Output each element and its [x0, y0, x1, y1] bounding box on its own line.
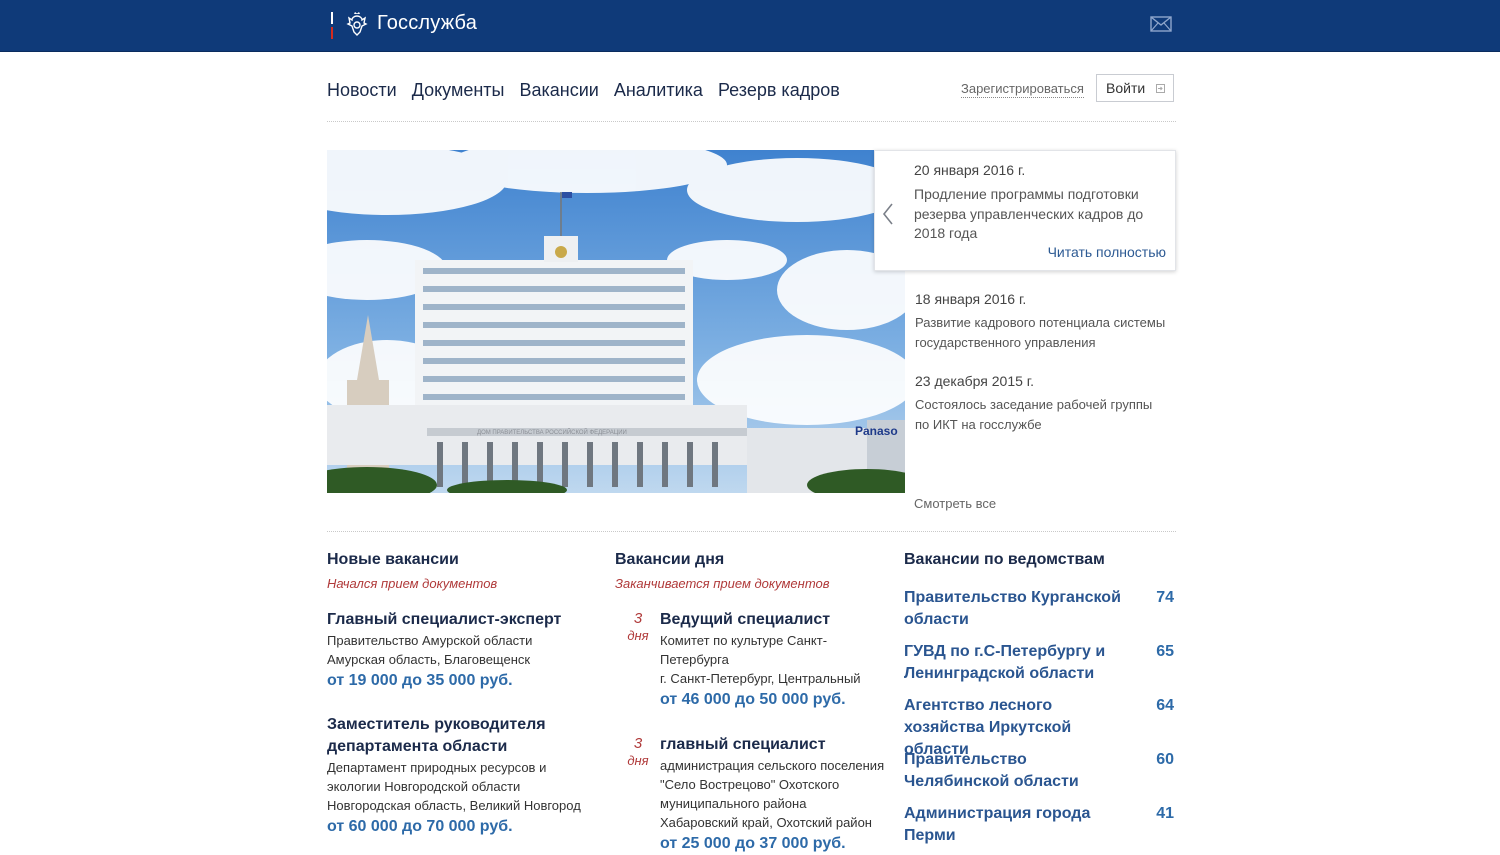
- divider: [327, 531, 1176, 532]
- vacancy-card[interactable]: Ведущий специалист Комитет по культуре С…: [660, 609, 885, 711]
- site-title[interactable]: Госслужба: [377, 12, 477, 35]
- mail-icon[interactable]: [1150, 16, 1172, 32]
- news-text[interactable]: Развитие кадрового потенциала системы го…: [915, 313, 1170, 352]
- hero-image-government-house[interactable]: Panaso ДОМ ПРАВИТЕЛЬСТВА РОССИЙСКОЙ ФЕДЕ…: [327, 150, 905, 493]
- vacancy-title[interactable]: Главный специалист-эксперт: [327, 609, 597, 631]
- vacancy-card[interactable]: Главный специалист-эксперт Правительство…: [327, 609, 597, 692]
- nav-item-documents[interactable]: Документы: [412, 80, 505, 104]
- login-icon: [1156, 84, 1165, 93]
- department-count: 74: [1156, 589, 1174, 606]
- vacancy-salary: от 46 000 до 50 000 руб.: [660, 691, 846, 708]
- vacancy-title[interactable]: Заместитель руководителя департамента об…: [327, 714, 597, 758]
- nav-item-personnel-reserve[interactable]: Резерв кадров: [718, 80, 840, 104]
- hero-sign-text: Panaso: [855, 424, 898, 438]
- vacancy-location: Амурская область, Благовещенск: [327, 652, 531, 667]
- main-nav: Новости Документы Вакансии Аналитика Рез…: [327, 80, 855, 104]
- day-vacancies-title: Вакансии дня: [615, 551, 725, 568]
- news-text[interactable]: Состоялось заседание рабочей группы по И…: [915, 395, 1170, 434]
- days-left-unit: дня: [627, 628, 649, 643]
- see-all-news-link[interactable]: Смотреть все: [914, 496, 996, 511]
- news-item[interactable]: 23 декабря 2015 г. Состоялось заседание …: [915, 373, 1170, 434]
- department-name[interactable]: Администрация города Перми: [904, 803, 1144, 847]
- brand-flag-mark: [330, 12, 334, 39]
- nav-item-news[interactable]: Новости: [327, 80, 397, 104]
- departments-title: Вакансии по ведомствам: [904, 551, 1105, 568]
- nav-item-analytics[interactable]: Аналитика: [614, 80, 703, 104]
- register-link[interactable]: Зарегистрироваться: [961, 81, 1084, 98]
- vacancy-location: г. Санкт-Петербург, Центральный: [660, 671, 861, 686]
- vacancy-org: Комитет по культуре Санкт-Петербурга: [660, 633, 828, 667]
- featured-news-card[interactable]: 20 января 2016 г. Продление программы по…: [874, 150, 1176, 271]
- news-item[interactable]: 18 января 2016 г. Развитие кадрового пот…: [915, 291, 1170, 352]
- department-count: 41: [1156, 805, 1174, 822]
- department-count: 64: [1156, 697, 1174, 714]
- days-left-number: 3: [633, 735, 643, 752]
- read-more-link[interactable]: Читать полностью: [1048, 244, 1166, 260]
- news-date: 23 декабря 2015 г.: [915, 373, 1035, 389]
- vacancy-location: Хабаровский край, Охотский район: [660, 815, 872, 830]
- department-name[interactable]: ГУВД по г.С-Петербургу и Ленинградской о…: [904, 641, 1129, 685]
- vacancy-salary: от 19 000 до 35 000 руб.: [327, 672, 513, 689]
- login-button[interactable]: Войти: [1096, 74, 1174, 102]
- days-left-unit: дня: [627, 753, 649, 768]
- vacancy-org: Департамент природных ресурсов и экологи…: [327, 760, 547, 794]
- vacancy-card[interactable]: главный специалист администрация сельско…: [660, 734, 885, 855]
- news-date: 18 января 2016 г.: [915, 291, 1027, 307]
- day-vacancies-subtitle: Заканчивается прием документов: [615, 576, 830, 591]
- nav-item-vacancies[interactable]: Вакансии: [519, 80, 598, 104]
- featured-news-date: 20 января 2016 г.: [914, 162, 1026, 178]
- department-name[interactable]: Правительство Челябинской области: [904, 749, 1129, 793]
- department-name[interactable]: Правительство Курганской области: [904, 587, 1129, 631]
- vacancy-location: Новгородская область, Великий Новгород: [327, 798, 581, 813]
- login-button-label: Войти: [1106, 80, 1146, 96]
- days-left-badge: 3 дня: [623, 610, 653, 644]
- chevron-left-icon[interactable]: [882, 203, 894, 225]
- vacancy-salary: от 60 000 до 70 000 руб.: [327, 818, 513, 835]
- department-count: 65: [1156, 643, 1174, 660]
- new-vacancies-subtitle: Начался прием документов: [327, 576, 498, 591]
- coat-of-arms-icon: [346, 12, 368, 36]
- vacancy-org: Правительство Амурской области: [327, 633, 533, 648]
- vacancy-salary: от 25 000 до 37 000 руб.: [660, 835, 846, 852]
- vacancy-card[interactable]: Заместитель руководителя департамента об…: [327, 714, 597, 838]
- vacancy-title[interactable]: Ведущий специалист: [660, 609, 885, 631]
- days-left-number: 3: [633, 610, 643, 627]
- top-bar: Госслужба: [0, 0, 1500, 52]
- vacancy-org: администрация сельского поселения "Село …: [660, 758, 885, 811]
- vacancy-title[interactable]: главный специалист: [660, 734, 885, 756]
- new-vacancies-title: Новые вакансии: [327, 551, 459, 568]
- divider: [327, 121, 1176, 122]
- hero-caption-text: ДОМ ПРАВИТЕЛЬСТВА РОССИЙСКОЙ ФЕДЕРАЦИИ: [477, 428, 627, 436]
- department-count: 60: [1156, 751, 1174, 768]
- days-left-badge: 3 дня: [623, 735, 653, 769]
- featured-news-text[interactable]: Продление программы подготовки резерва у…: [914, 185, 1164, 244]
